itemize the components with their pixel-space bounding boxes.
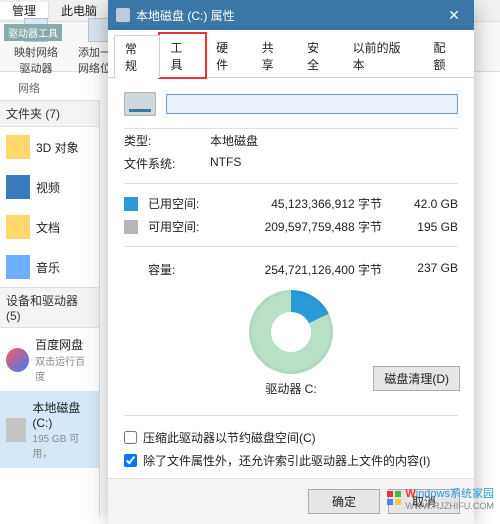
- toolbar-title-pill: 驱动器工具: [4, 24, 62, 41]
- folder-icon: [6, 215, 30, 239]
- drive-name-input[interactable]: [166, 94, 458, 114]
- used-gb: 42.0 GB: [398, 197, 458, 211]
- list-item[interactable]: 音乐: [0, 247, 99, 287]
- dialog-titlebar[interactable]: 本地磁盘 (C:) 属性 ✕: [108, 0, 474, 30]
- folder-icon: [6, 135, 30, 159]
- ribbon-tab-thispc[interactable]: 此电脑: [49, 2, 109, 19]
- disk-cleanup-button[interactable]: 磁盘清理(D): [373, 366, 460, 391]
- section-folders[interactable]: 文件夹 (7): [0, 100, 99, 127]
- capacity-bytes: 254,721,126,400 字节: [214, 261, 398, 278]
- tab-previous-versions[interactable]: 以前的版本: [342, 34, 423, 77]
- type-value: 本地磁盘: [210, 132, 458, 149]
- music-icon: [6, 255, 30, 279]
- tab-hardware[interactable]: 硬件: [205, 34, 251, 77]
- used-bytes: 45,123,366,912 字节: [214, 195, 398, 212]
- list-item[interactable]: 视频: [0, 167, 99, 207]
- capacity-gb: 237 GB: [398, 261, 458, 278]
- section-devices[interactable]: 设备和驱动器 (5): [0, 287, 99, 328]
- free-label: 可用空间:: [148, 218, 214, 235]
- fs-label: 文件系统:: [124, 155, 210, 172]
- compress-checkbox[interactable]: [124, 431, 137, 444]
- list-item[interactable]: 3D 对象: [0, 127, 99, 167]
- free-swatch: [124, 220, 138, 234]
- type-label: 类型:: [124, 132, 210, 149]
- dialog-title: 本地磁盘 (C:) 属性: [136, 7, 434, 24]
- used-label: 已用空间:: [148, 195, 214, 212]
- index-checkbox-row[interactable]: 除了文件属性外，还允许索引此驱动器上文件的内容(I): [124, 449, 458, 472]
- baidu-icon: [6, 348, 29, 372]
- free-gb: 195 GB: [398, 220, 458, 234]
- disk-icon: [6, 418, 26, 442]
- ribbon-tab-manage[interactable]: 管理: [0, 2, 49, 19]
- drive-large-icon: [124, 92, 156, 116]
- compress-label: 压缩此驱动器以节约磁盘空间(C): [143, 429, 316, 446]
- close-button[interactable]: ✕: [434, 0, 474, 30]
- list-item-selected[interactable]: 本地磁盘 (C:) 195 GB 可用，: [0, 391, 99, 468]
- capacity-label: 容量:: [124, 261, 214, 278]
- tab-pane-general: 类型:本地磁盘 文件系统:NTFS 已用空间: 45,123,366,912 字…: [108, 78, 474, 478]
- list-item[interactable]: 百度网盘 双击运行百度: [0, 328, 99, 391]
- tab-quota[interactable]: 配额: [422, 34, 468, 77]
- properties-dialog: 本地磁盘 (C:) 属性 ✕ 常规 工具 硬件 共享 安全 以前的版本 配额 类…: [108, 0, 474, 517]
- ok-button[interactable]: 确定: [308, 489, 380, 514]
- tab-tools[interactable]: 工具: [160, 34, 206, 77]
- ribbon-group-label: 网络: [18, 80, 40, 96]
- drive-icon: [116, 8, 130, 22]
- windows-logo-icon: [387, 491, 401, 505]
- free-bytes: 209,597,759,488 字节: [214, 218, 398, 235]
- index-label: 除了文件属性外，还允许索引此驱动器上文件的内容(I): [143, 452, 430, 469]
- fs-value: NTFS: [210, 155, 458, 172]
- tab-security[interactable]: 安全: [296, 34, 342, 77]
- tab-sharing[interactable]: 共享: [251, 34, 297, 77]
- index-checkbox[interactable]: [124, 454, 137, 467]
- video-icon: [6, 175, 30, 199]
- used-swatch: [124, 197, 138, 211]
- watermark: Windows系统家园 WWW.RJZHIFU.COM: [387, 485, 494, 511]
- list-item[interactable]: 文档: [0, 207, 99, 247]
- explorer-content: 文件夹 (7) 3D 对象 视频 文档 音乐 设备和驱动器 (5) 百度网盘 双…: [0, 100, 100, 517]
- compress-checkbox-row[interactable]: 压缩此驱动器以节约磁盘空间(C): [124, 426, 458, 449]
- dialog-tabs: 常规 工具 硬件 共享 安全 以前的版本 配额: [108, 30, 474, 78]
- tab-general[interactable]: 常规: [114, 35, 160, 78]
- pie-drive-label: 驱动器 C:: [265, 380, 316, 397]
